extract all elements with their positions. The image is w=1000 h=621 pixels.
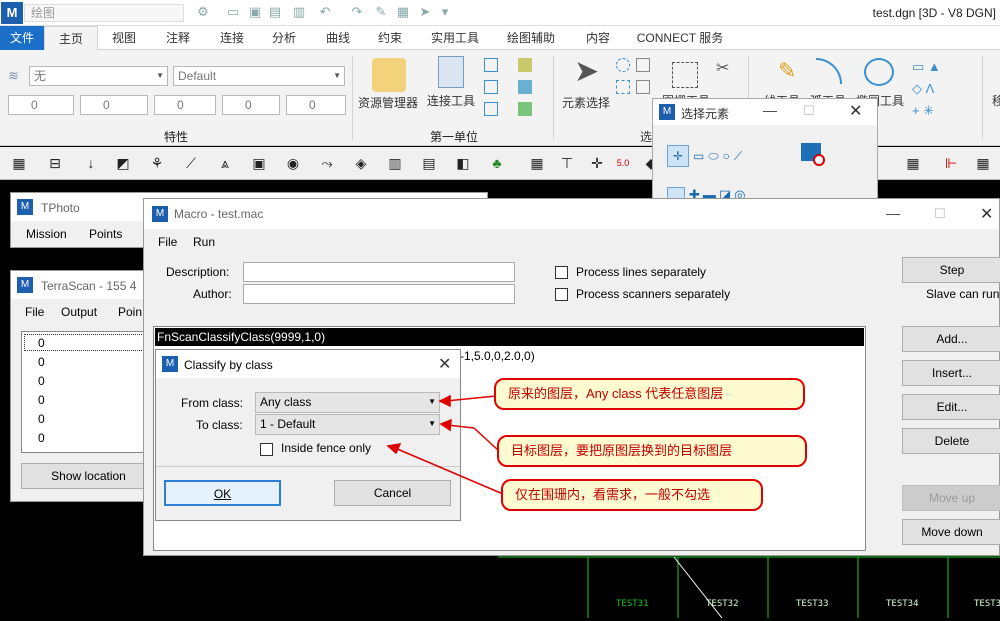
- callout-arrows: [386, 394, 504, 495]
- tile-grid: [498, 556, 1000, 619]
- tile-label: TEST34: [886, 599, 919, 609]
- tile-label: TEST33: [796, 599, 829, 609]
- drawing-view[interactable]: TEST31 TEST32 TEST33 TEST34 TEST3: [498, 556, 1000, 619]
- arrow-fence: [394, 447, 504, 495]
- arrowhead-fence: [386, 443, 402, 455]
- arrow-to: [473, 427, 500, 452]
- callout-inside-fence: 仅在围珊内，看需求，一般不勾选: [501, 479, 763, 511]
- tile-label: TEST32: [706, 599, 739, 609]
- tile-label: TEST3: [974, 599, 1000, 609]
- arrow-from: [445, 395, 497, 402]
- arrowhead-from: [438, 394, 451, 408]
- callout-to-class: 目标图层，要把原图层换到的目标图层: [497, 435, 807, 467]
- tile-label: TEST31: [616, 599, 649, 609]
- callout-from-class: 原来的图层，Any class 代表任意图层: [494, 378, 805, 410]
- arrowhead-to: [439, 418, 452, 432]
